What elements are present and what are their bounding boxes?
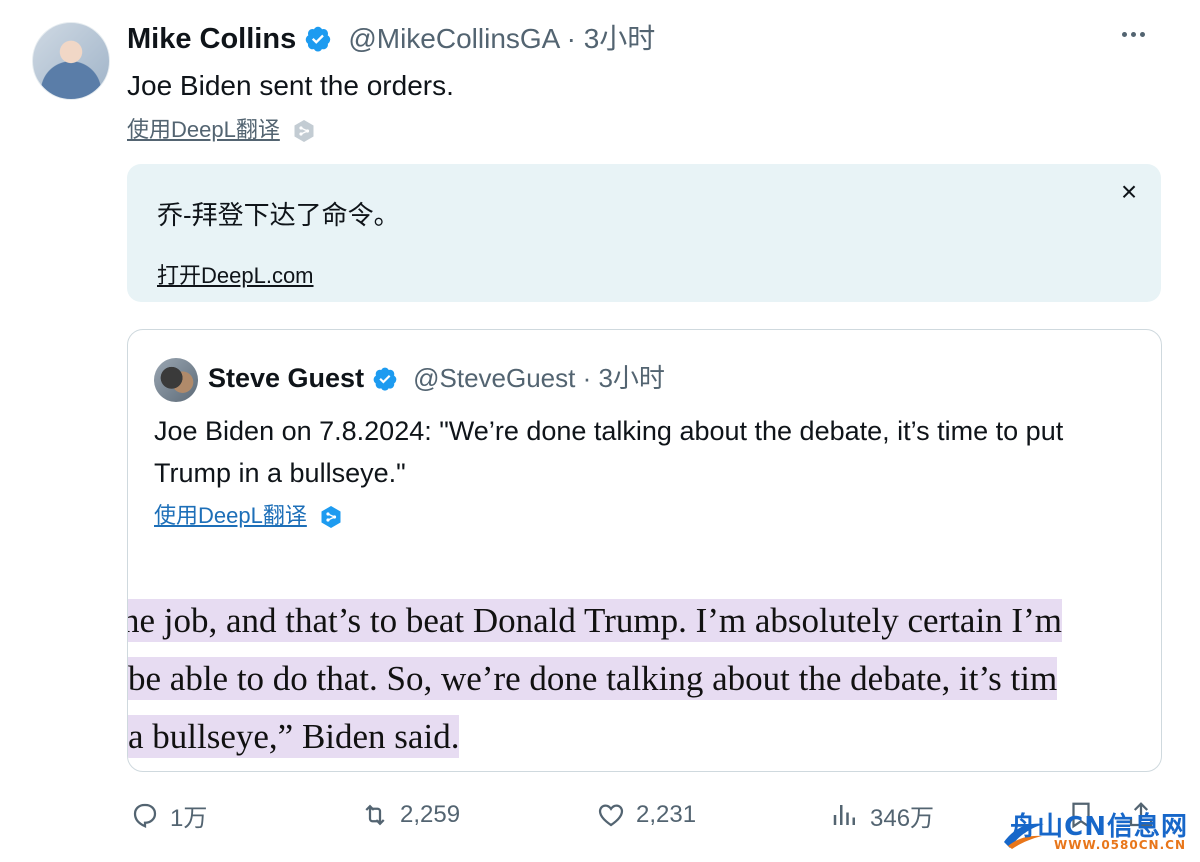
deepl-icon <box>321 506 341 528</box>
repost-count: 2,259 <box>400 801 461 828</box>
translation-text: 乔-拜登下达了命令。 <box>157 200 400 230</box>
open-deepl-link[interactable]: 打开DeepL.com <box>157 258 314 290</box>
analytics-icon <box>833 805 855 825</box>
repost-button[interactable]: 2,259 <box>360 790 460 840</box>
tweet-header: Mike Collins @MikeCollinsGA · 3小时 <box>127 20 655 58</box>
deepl-icon <box>294 120 314 142</box>
views-count: 346万 <box>870 804 935 832</box>
author-name[interactable]: Mike Collins <box>127 23 296 55</box>
verified-badge-icon <box>373 367 396 391</box>
quoted-tweet-header: Steve Guest @SteveGuest · 3小时 <box>208 360 665 396</box>
image-text-line: be able to do that. So, we’re done talki… <box>128 657 1058 700</box>
deepl-translation-panel: 乔-拜登下达了命令。 打开DeepL.com × <box>127 164 1161 302</box>
more-options-icon[interactable] <box>1120 24 1160 54</box>
quoted-author-handle-time[interactable]: @SteveGuest · 3小时 <box>413 363 665 393</box>
like-count: 2,231 <box>636 801 697 828</box>
translate-row: 使用DeepL翻译 <box>127 112 316 144</box>
reply-button[interactable]: 1万 <box>130 790 207 840</box>
quoted-translate-row: 使用DeepL翻译 <box>154 498 343 530</box>
close-icon[interactable]: × <box>1115 178 1143 206</box>
quoted-tweet-text: Joe Biden on 7.8.2024: "We’re done talki… <box>154 416 1064 488</box>
quoted-author-name[interactable]: Steve Guest <box>208 363 364 393</box>
reply-icon <box>133 803 157 828</box>
translate-link[interactable]: 使用DeepL翻译 <box>127 117 280 142</box>
quoted-media-image[interactable]: ne job, and that’s to beat Donald Trump.… <box>128 596 1161 771</box>
heart-icon <box>598 804 624 827</box>
site-watermark: 舟山CN信息网 WWW.0580CN.CN <box>998 802 1194 858</box>
quoted-author-avatar[interactable] <box>154 358 198 402</box>
like-button[interactable]: 2,231 <box>596 790 696 840</box>
verified-badge-icon <box>306 26 331 52</box>
reply-count: 1万 <box>170 804 208 832</box>
author-handle-time[interactable]: @MikeCollinsGA · 3小时 <box>348 23 655 54</box>
image-text-line: a bullseye,” Biden said. <box>128 715 460 758</box>
views-button[interactable]: 346万 <box>830 790 934 840</box>
repost-icon <box>365 804 385 826</box>
quoted-translate-link[interactable]: 使用DeepL翻译 <box>154 503 307 528</box>
author-avatar[interactable] <box>32 22 110 100</box>
quoted-tweet[interactable]: Steve Guest @SteveGuest · 3小时 Joe Biden … <box>127 329 1162 772</box>
image-text-line: ne job, and that’s to beat Donald Trump.… <box>128 599 1062 642</box>
watermark-url: WWW.0580CN.CN <box>1054 838 1186 852</box>
tweet-text: Joe Biden sent the orders. <box>127 70 454 101</box>
